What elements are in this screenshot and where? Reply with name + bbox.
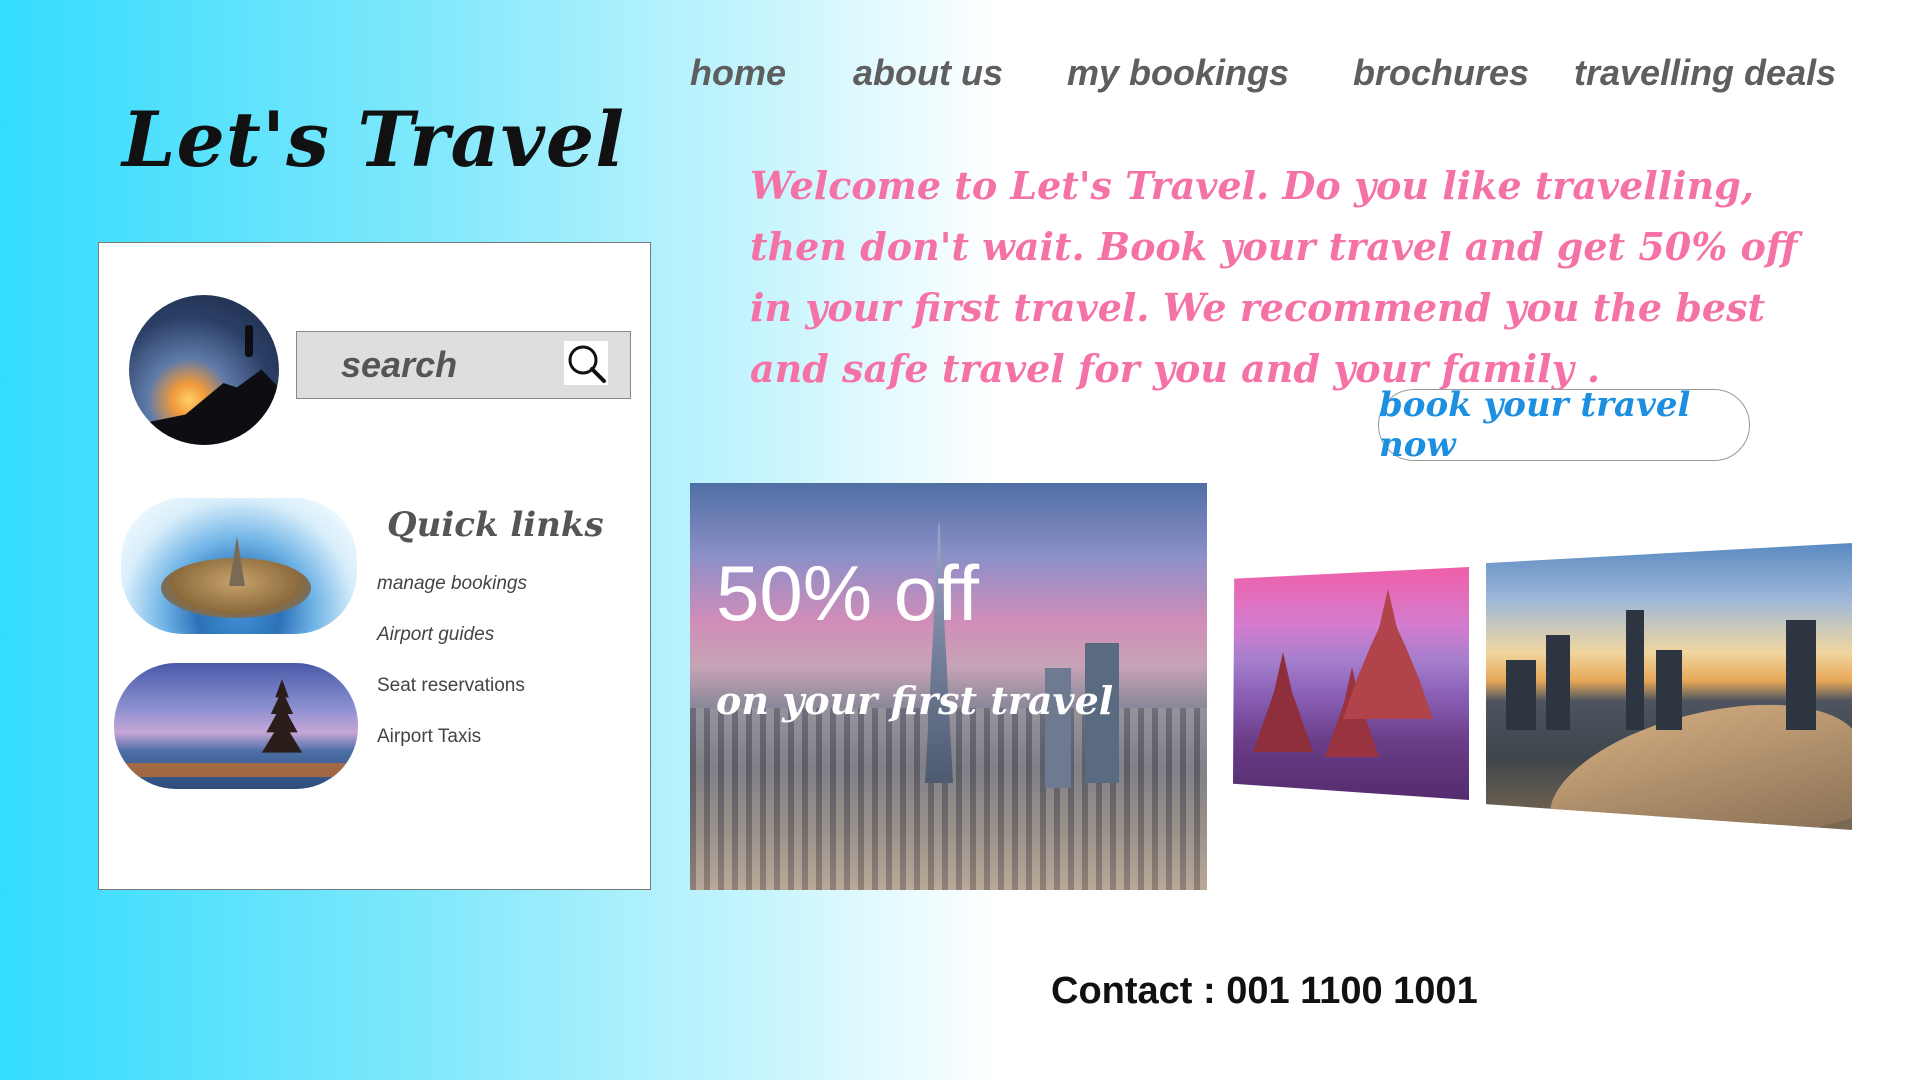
welcome-message: Welcome to Let's Travel. Do you like tra… [750, 163, 1798, 391]
building-shape [1546, 635, 1570, 730]
search-bar [296, 331, 631, 399]
avatar-image [129, 295, 279, 445]
promo-headline: 50% off [716, 549, 980, 637]
nav-brochures[interactable]: brochures [1353, 52, 1529, 94]
pagoda-image [114, 663, 358, 789]
person-silhouette [245, 325, 253, 357]
nav-home[interactable]: home [690, 52, 786, 94]
main-nav: home about us my bookings brochures trav… [0, 52, 1920, 102]
quick-link-seat-reservations[interactable]: Seat reservations [377, 675, 525, 697]
search-button[interactable] [564, 341, 608, 385]
temple-shape [1253, 652, 1313, 752]
world-landmarks-image [121, 498, 357, 634]
mountain-silhouette [129, 369, 279, 445]
building-shape [1626, 610, 1644, 730]
city-river-photo[interactable] [1486, 543, 1852, 830]
search-icon [568, 345, 606, 383]
building-shape [1656, 650, 1682, 730]
search-input[interactable] [297, 332, 547, 398]
nav-my-bookings[interactable]: my bookings [1067, 52, 1289, 94]
sidebar-panel: Quick links manage bookings Airport guid… [98, 242, 651, 890]
quick-link-manage-bookings[interactable]: manage bookings [377, 573, 527, 595]
building-shape [1506, 660, 1536, 730]
quick-links-title: Quick links [387, 505, 604, 545]
shoreline [114, 763, 358, 777]
quick-link-airport-guides[interactable]: Airport guides [377, 624, 494, 646]
book-travel-button[interactable]: book your travel now [1378, 385, 1750, 465]
nav-travelling-deals[interactable]: travelling deals [1574, 52, 1836, 94]
quick-link-airport-taxis[interactable]: Airport Taxis [377, 726, 481, 748]
contact-info: Contact : 001 1100 1001 [1051, 970, 1478, 1012]
temples-photo[interactable] [1233, 567, 1469, 800]
temple-shape [1343, 589, 1433, 719]
pagoda-shape [261, 679, 303, 753]
site-logo[interactable]: Let's Travel [122, 95, 625, 184]
nav-about-us[interactable]: about us [853, 52, 1003, 94]
promo-subline: on your first travel [716, 678, 1114, 723]
building-shape [1786, 620, 1816, 730]
promo-banner[interactable]: 50% off on your first travel [690, 483, 1207, 890]
